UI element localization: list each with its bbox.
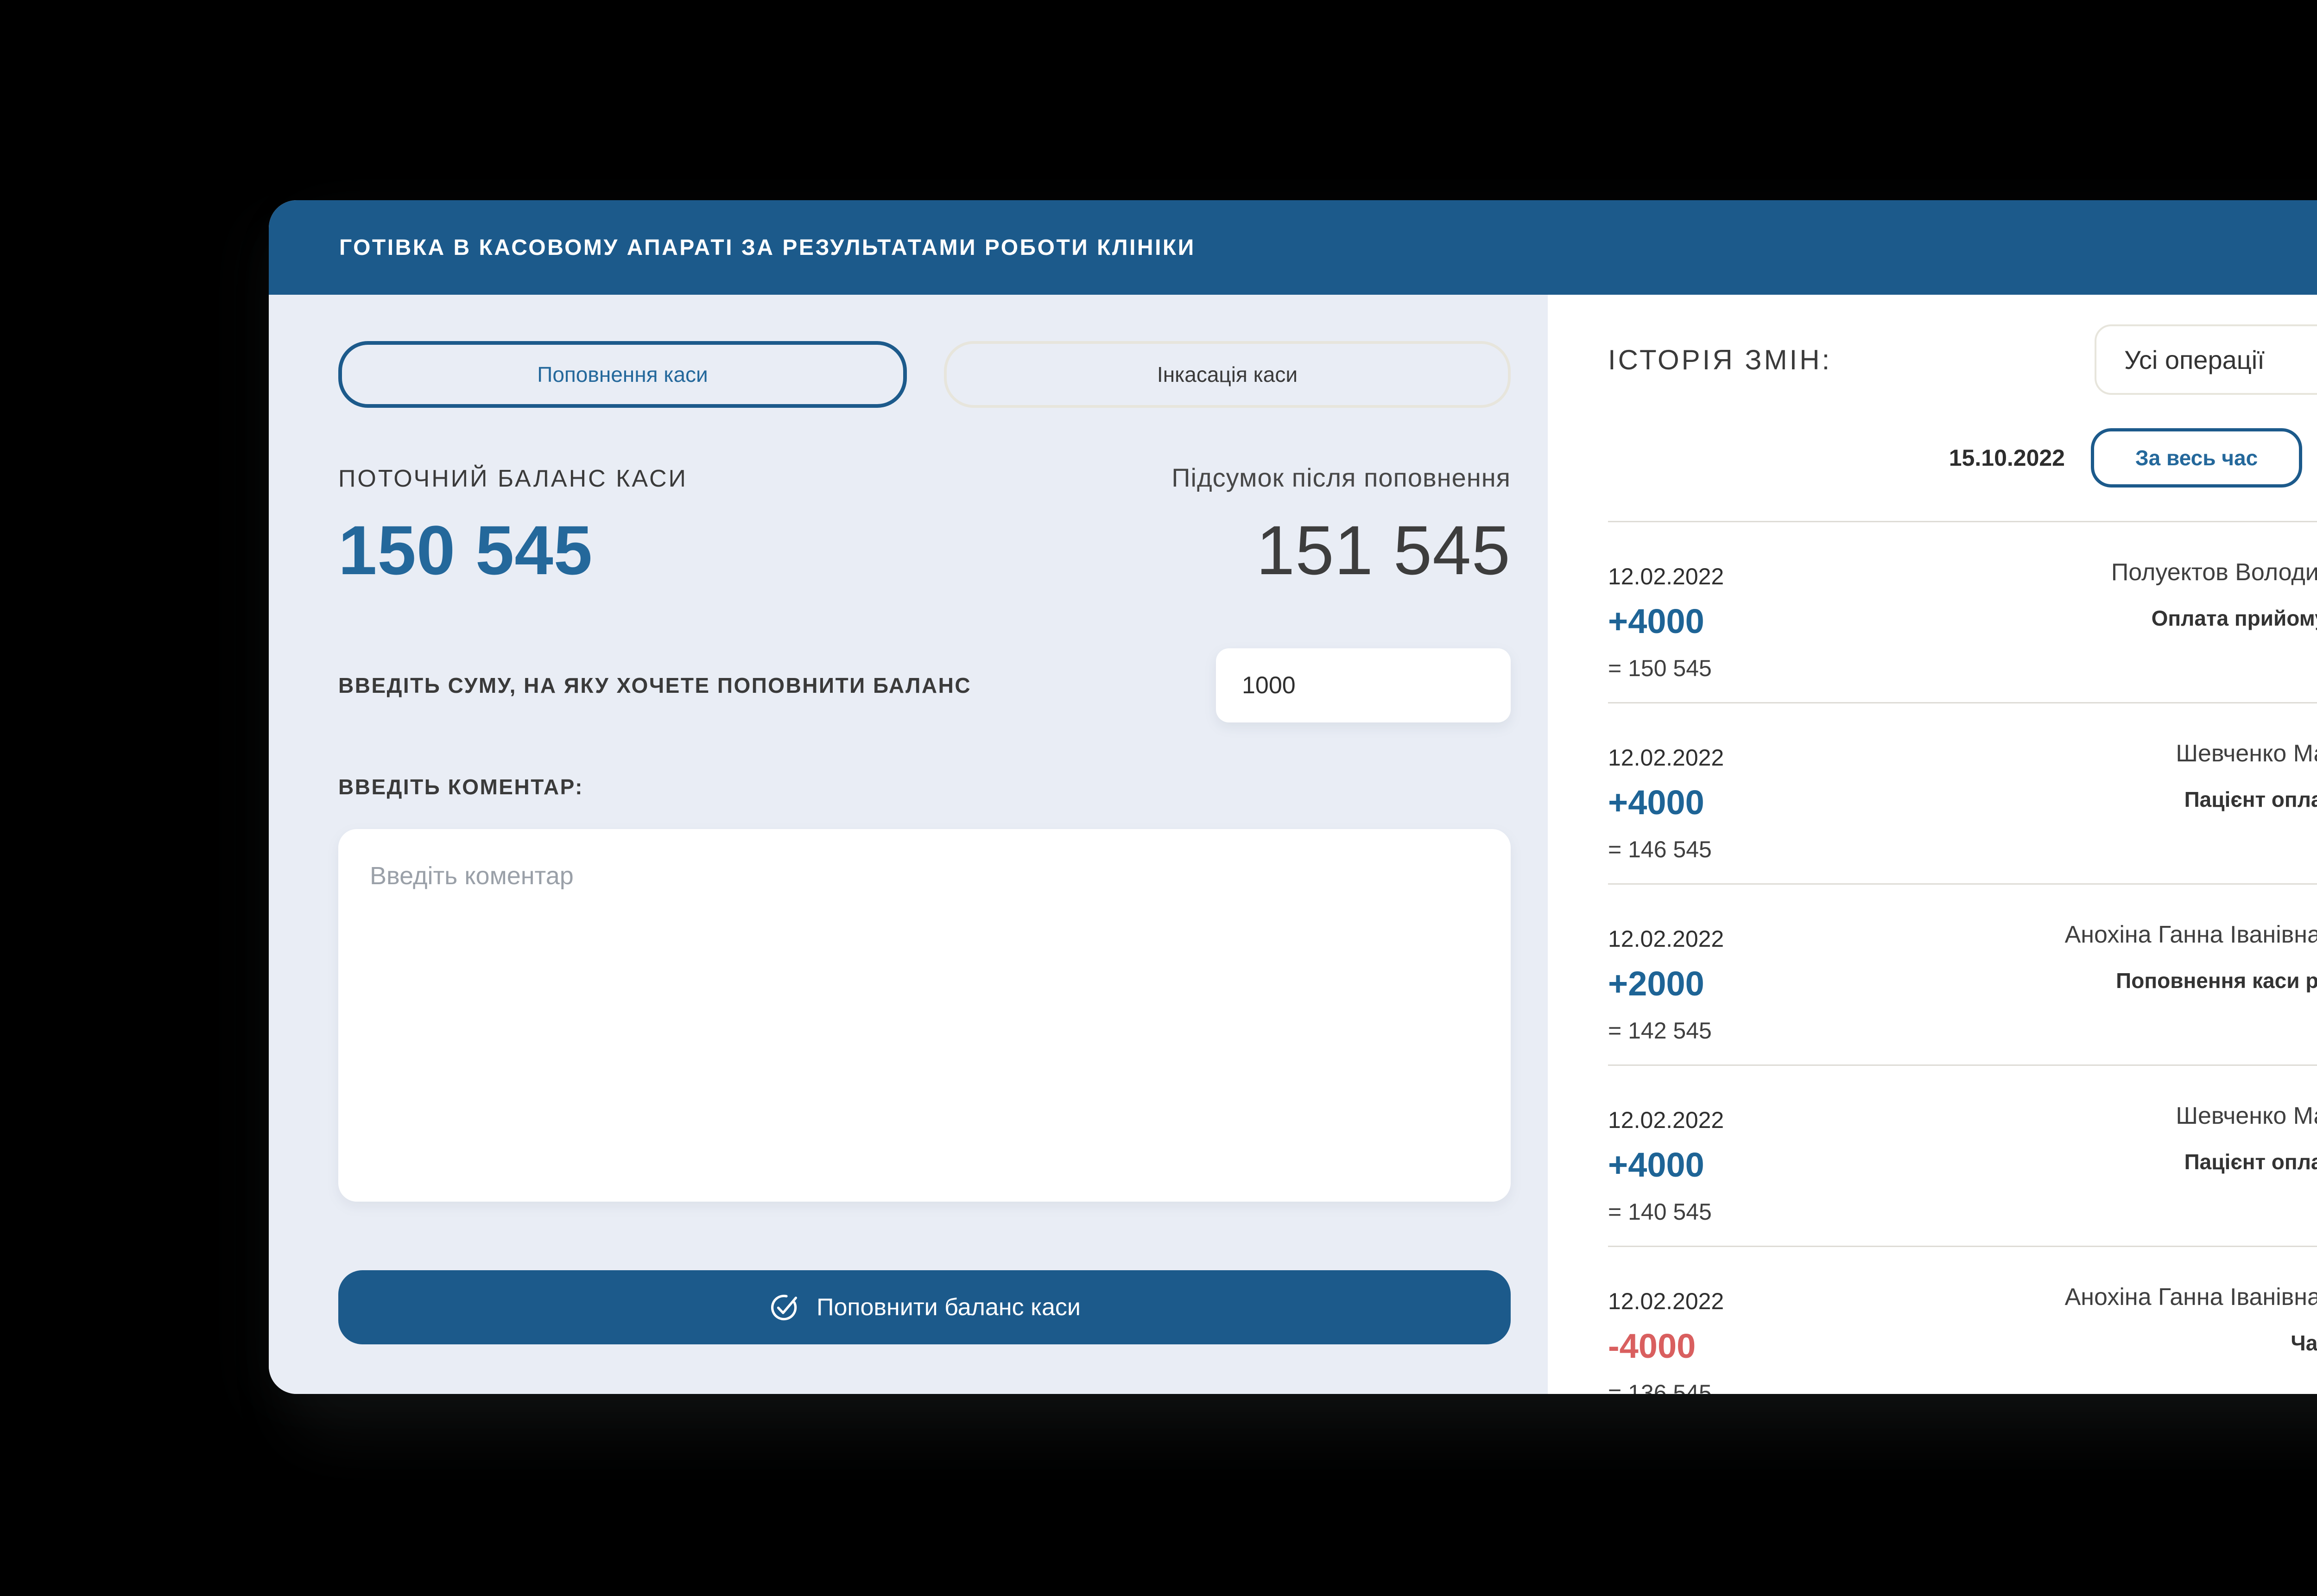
entry-amount: +2000 xyxy=(1608,964,1704,1003)
amount-input[interactable] xyxy=(1216,648,1511,722)
after-topup-label: Підсумок після поповнення xyxy=(1171,462,1511,493)
modal-title: ГОТІВКА В КАСОВОМУ АПАРАТІ ЗА РЕЗУЛЬТАТА… xyxy=(339,235,1196,260)
entry-description: Пацієнт оплатив прийом готівкою xyxy=(2184,1149,2317,1174)
balance-labels-row: ПОТОЧНИЙ БАЛАНС КАСИ Підсумок після попо… xyxy=(338,462,1511,493)
entry-description: Поповнення каси розмінними купюрами xyxy=(2116,968,2317,993)
amount-input-label: ВВЕДІТЬ СУМУ, НА ЯКУ ХОЧЕТЕ ПОПОВНИТИ БА… xyxy=(338,673,971,698)
tab-collection[interactable]: Інкасація каси xyxy=(944,341,1511,408)
comment-textarea[interactable] xyxy=(338,829,1511,1202)
entry-name-text: Анохіна Ганна Іванівна; администратор xyxy=(2065,921,2317,949)
history-list: 12.02.2022 +4000 = 150 545 Полуектов Вол… xyxy=(1608,521,2317,1394)
current-balance-label: ПОТОЧНИЙ БАЛАНС КАСИ xyxy=(338,465,688,493)
entry-balance: = 136 545 xyxy=(1608,1380,1712,1394)
history-entry: 12.02.2022 -4000 = 136 545 Анохіна Ганна… xyxy=(1608,1247,2317,1394)
entry-balance: = 142 545 xyxy=(1608,1017,1712,1044)
current-balance-value: 150 545 xyxy=(338,513,593,587)
tab-topup[interactable]: Поповнення каси xyxy=(338,341,907,408)
filter-date-label: 15.10.2022 xyxy=(1949,444,2065,471)
topup-submit-button[interactable]: Поповнити баланс каси xyxy=(338,1270,1511,1344)
history-header: ІСТОРІЯ ЗМІН: Усі операції xyxy=(1608,324,2317,395)
entry-name-text: Шевченко Марина В'ячеславівна xyxy=(2176,740,2317,767)
entry-date: 12.02.2022 xyxy=(1608,744,1724,771)
entry-date: 12.02.2022 xyxy=(1608,563,1724,590)
entry-name-text: Шевченко Марина В'ячеславівна xyxy=(2176,1102,2317,1130)
screen-backdrop: ГОТІВКА В КАСОВОМУ АПАРАТІ ЗА РЕЗУЛЬТАТА… xyxy=(0,0,2317,1596)
entry-amount: +4000 xyxy=(1608,1146,1704,1184)
entry-date: 12.02.2022 xyxy=(1608,1288,1724,1315)
entry-description: Пацієнт оплатив прийом готівкою xyxy=(2184,787,2317,812)
entry-description: Часткова інкасація каси xyxy=(2291,1330,2317,1355)
modal-body: Поповнення каси Інкасація каси ПОТОЧНИЙ … xyxy=(269,295,2317,1394)
entry-balance: = 150 545 xyxy=(1608,655,1712,682)
modal-header: ГОТІВКА В КАСОВОМУ АПАРАТІ ЗА РЕЗУЛЬТАТА… xyxy=(269,200,2317,295)
entry-name-text: Полуектов Володимир Олександрович xyxy=(2111,558,2317,586)
history-entry: 12.02.2022 +4000 = 140 545 Шевченко Мари… xyxy=(1608,1066,2317,1247)
entry-date: 12.02.2022 xyxy=(1608,925,1724,952)
entry-name: Полуектов Володимир Олександрович xyxy=(2111,558,2317,586)
entry-balance: = 140 545 xyxy=(1608,1198,1712,1225)
cash-register-modal: ГОТІВКА В КАСОВОМУ АПАРАТІ ЗА РЕЗУЛЬТАТА… xyxy=(269,200,2317,1394)
entry-amount: +4000 xyxy=(1608,602,1704,641)
history-entry: 12.02.2022 +4000 = 150 545 Полуектов Вол… xyxy=(1608,522,2317,703)
history-entry: 12.02.2022 +4000 = 146 545 Шевченко Мари… xyxy=(1608,703,2317,885)
date-filter-row: 15.10.2022 За весь час Вибрати дату xyxy=(1608,428,2317,488)
all-time-button[interactable]: За весь час xyxy=(2091,428,2302,488)
operation-tabs: Поповнення каси Інкасація каси xyxy=(338,341,1511,408)
entry-name-text: Анохіна Ганна Іванівна; администратор xyxy=(2065,1283,2317,1311)
after-topup-value: 151 545 xyxy=(1256,513,1511,587)
operations-filter-value: Усі операції xyxy=(2124,345,2265,375)
history-title: ІСТОРІЯ ЗМІН: xyxy=(1608,344,1832,376)
history-panel: ІСТОРІЯ ЗМІН: Усі операції 15.10.2022 За… xyxy=(1548,295,2317,1394)
comment-label: ВВЕДІТЬ КОМЕНТАР: xyxy=(338,774,1511,799)
entry-description: Оплата прийому змішаним платежем xyxy=(2152,606,2317,631)
entry-amount: -4000 xyxy=(1608,1327,1696,1366)
check-circle-icon xyxy=(768,1292,799,1323)
entry-name: Шевченко Марина В'ячеславівна xyxy=(2176,740,2317,767)
entry-name: Анохіна Ганна Іванівна; администратор ★ xyxy=(2065,921,2317,949)
operations-filter-dropdown[interactable]: Усі операції xyxy=(2095,324,2317,395)
topup-panel: Поповнення каси Інкасація каси ПОТОЧНИЙ … xyxy=(269,295,1548,1394)
entry-date: 12.02.2022 xyxy=(1608,1107,1724,1134)
balance-values-row: 150 545 151 545 xyxy=(338,513,1511,587)
topup-submit-label: Поповнити баланс каси xyxy=(817,1293,1081,1321)
entry-amount: +4000 xyxy=(1608,783,1704,822)
entry-name: Шевченко Марина В'ячеславівна xyxy=(2176,1102,2317,1130)
entry-name: Анохіна Ганна Іванівна; администратор ★ xyxy=(2065,1283,2317,1311)
amount-row: ВВЕДІТЬ СУМУ, НА ЯКУ ХОЧЕТЕ ПОПОВНИТИ БА… xyxy=(338,648,1511,722)
history-entry: 12.02.2022 +2000 = 142 545 Анохіна Ганна… xyxy=(1608,885,2317,1066)
entry-balance: = 146 545 xyxy=(1608,836,1712,863)
